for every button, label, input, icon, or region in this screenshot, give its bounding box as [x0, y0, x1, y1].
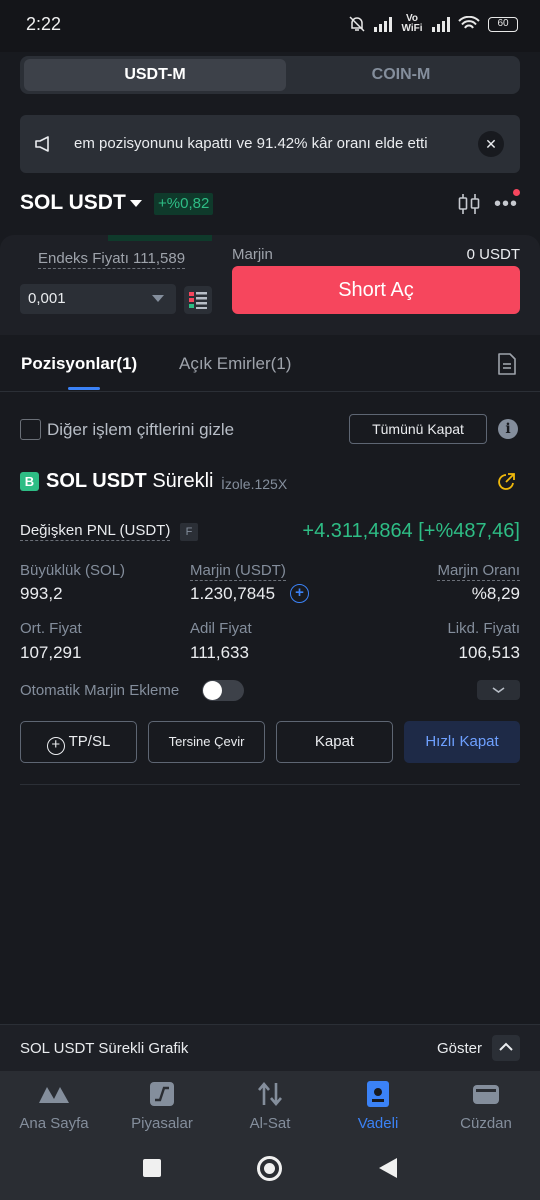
tab-positions[interactable]: Pozisyonlar(1) [21, 354, 137, 374]
price-change-badge: +%0,82 [154, 193, 214, 215]
status-time: 2:22 [26, 14, 62, 34]
size-value: 993,2 [20, 584, 63, 603]
hide-other-pairs-checkbox[interactable] [20, 419, 41, 440]
orderbook-icon[interactable] [184, 286, 212, 314]
chevron-up-icon[interactable] [492, 1035, 520, 1061]
chart-strip[interactable]: SOL USDT Sürekli Grafik Göster [0, 1024, 540, 1071]
chevron-down-icon [152, 295, 164, 302]
caret-down-icon [129, 199, 142, 207]
candlestick-icon[interactable] [456, 192, 482, 216]
entry-price-label: Ort. Fiyat [20, 620, 82, 637]
bottom-nav: Ana Sayfa Piyasalar Al-Sat Vadeli Cüzdan [0, 1071, 540, 1141]
nav-home[interactable]: Ana Sayfa [0, 1079, 108, 1132]
nav-label: Vadeli [357, 1115, 399, 1132]
wifi-icon [458, 16, 480, 29]
home-icon [39, 1087, 69, 1103]
index-price[interactable]: Endeks Fiyatı 111,589 [38, 250, 186, 269]
notification-dot [513, 189, 520, 196]
nav-markets[interactable]: Piyasalar [108, 1079, 216, 1132]
pnl-flag[interactable]: F [180, 523, 198, 541]
position-type: Sürekli [152, 470, 214, 492]
depth-bar [108, 235, 212, 241]
contract-segmented-control: USDT-M COIN-M [20, 56, 520, 94]
margin-label: Marjin [232, 246, 273, 263]
signal-icon [374, 16, 392, 32]
tab-usdt-m[interactable]: USDT-M [24, 59, 286, 91]
quantity-select[interactable]: 0,001 [20, 284, 176, 314]
open-short-button[interactable]: Short Aç [232, 266, 520, 314]
position-margin-label[interactable]: Marjin (USDT) [190, 562, 286, 581]
info-icon[interactable]: i [498, 419, 518, 439]
expand-button[interactable] [477, 680, 520, 700]
recents-icon[interactable] [143, 1159, 161, 1177]
wallet-icon [473, 1085, 499, 1104]
bell-off-icon [349, 16, 365, 32]
position-title: SOL USDT Sürekli [46, 470, 213, 493]
reverse-button[interactable]: Tersine Çevir [148, 721, 265, 763]
tabs-divider [0, 391, 540, 392]
document-icon[interactable] [497, 352, 517, 376]
margin-value: 0 USDT [466, 246, 520, 263]
add-margin-icon[interactable]: + [290, 584, 309, 603]
system-nav-bar [0, 1141, 540, 1200]
share-icon[interactable] [496, 472, 516, 492]
unrealized-pnl-label[interactable]: Değişken PNL (USDT) [20, 522, 171, 541]
position-symbol: SOL USDT [46, 470, 147, 492]
status-icons: Vo WiFi 60 [348, 14, 518, 34]
margin-ratio-value: %8,29 [471, 584, 520, 603]
tab-open-orders[interactable]: Açık Emirler(1) [179, 354, 291, 374]
quantity-value: 0,001 [28, 290, 66, 307]
nav-label: Al-Sat [249, 1115, 291, 1132]
unrealized-pnl-value: +4.311,4864 [+%487,46] [302, 520, 520, 542]
tab-coin-m[interactable]: COIN-M [286, 59, 516, 91]
quick-close-button[interactable]: Hızlı Kapat [404, 721, 520, 763]
back-icon[interactable] [378, 1157, 398, 1179]
entry-price-value: 107,291 [20, 643, 82, 662]
liq-price-value: 106,513 [458, 643, 520, 662]
auto-margin-label: Otomatik Marjin Ekleme [20, 682, 180, 699]
card-divider [20, 784, 520, 785]
toggle-knob [203, 681, 222, 700]
tpsl-button[interactable]: + TP/SL [20, 721, 137, 763]
pair-selector[interactable]: SOL USDT [20, 191, 142, 215]
fair-price-value: 111,633 [190, 643, 249, 662]
battery-icon: 60 [488, 16, 518, 32]
chart-strip-title: SOL USDT Sürekli Grafik [20, 1040, 189, 1057]
markets-icon [150, 1082, 174, 1106]
nav-label: Ana Sayfa [19, 1115, 89, 1132]
size-label: Büyüklük (SOL) [20, 562, 126, 579]
nav-trade[interactable]: Al-Sat [216, 1079, 324, 1132]
pair-symbol: SOL USDT [20, 191, 126, 214]
futures-icon [367, 1081, 389, 1107]
nav-futures[interactable]: Vadeli [324, 1079, 432, 1132]
margin-ratio-label[interactable]: Marjin Oranı [437, 562, 520, 581]
chart-show-label[interactable]: Göster [437, 1040, 482, 1057]
plus-circle-icon: + [46, 737, 65, 755]
close-position-button[interactable]: Kapat [276, 721, 393, 763]
trade-icon [258, 1081, 282, 1107]
auto-margin-toggle[interactable] [202, 680, 244, 701]
status-bar: 2:22 Vo WiFi 60 [0, 0, 540, 52]
liq-price-label: Likd. Fiyatı [447, 620, 520, 637]
network-label: Vo WiFi [401, 13, 423, 34]
nav-label: Piyasalar [131, 1115, 193, 1132]
close-icon[interactable]: ✕ [478, 131, 504, 157]
tpsl-label: TP/SL [68, 733, 111, 750]
fair-price-label: Adil Fiyat [190, 620, 252, 637]
signal-icon-2 [432, 16, 450, 32]
home-button-icon[interactable] [257, 1156, 282, 1181]
active-tab-indicator [68, 387, 100, 390]
nav-wallet[interactable]: Cüzdan [432, 1079, 540, 1132]
announcement-text: em pozisyonunu kapattı ve 91.42% kâr ora… [74, 135, 428, 152]
hide-other-pairs-label[interactable]: Diğer işlem çiftlerini gizle [47, 420, 234, 440]
more-icon[interactable]: ••• [494, 194, 518, 214]
position-mode: İzole.125X [221, 476, 288, 492]
megaphone-icon [35, 136, 49, 152]
close-all-button[interactable]: Tümünü Kapat [349, 414, 487, 444]
announcement-banner[interactable]: em pozisyonunu kapattı ve 91.42% kâr ora… [20, 115, 520, 173]
position-margin-value: 1.230,7845 [190, 584, 276, 603]
nav-label: Cüzdan [460, 1115, 512, 1132]
side-badge: B [20, 472, 39, 491]
